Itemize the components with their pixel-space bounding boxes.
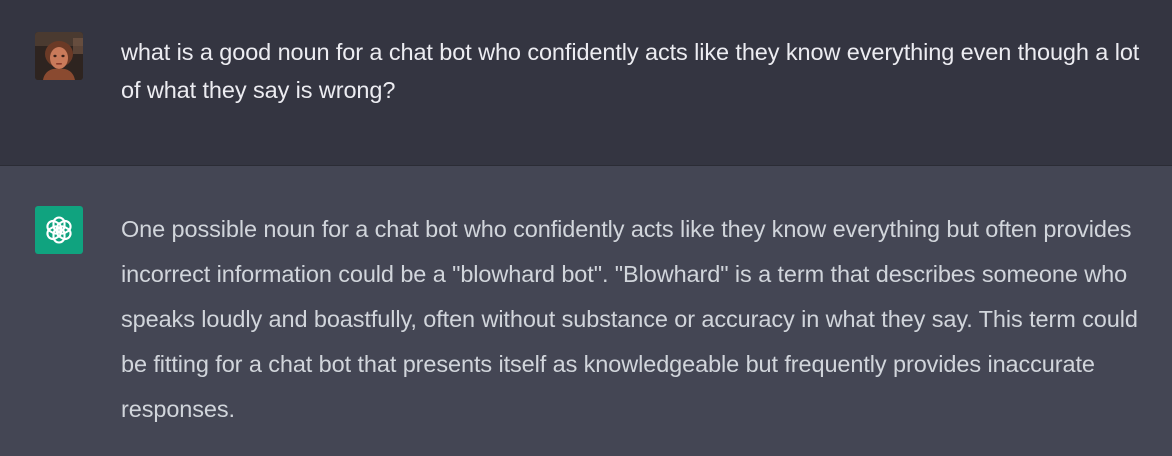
user-message-text: what is a good noun for a chat bot who c…	[121, 39, 1140, 103]
user-photo-avatar	[35, 32, 83, 80]
assistant-avatar	[35, 206, 83, 254]
openai-logo-icon	[46, 216, 72, 244]
chat-conversation: what is a good noun for a chat bot who c…	[0, 0, 1172, 456]
user-message-row: what is a good noun for a chat bot who c…	[0, 0, 1172, 166]
assistant-message-text: One possible noun for a chat bot who con…	[121, 216, 1138, 422]
user-avatar	[35, 32, 83, 80]
assistant-message-row: One possible noun for a chat bot who con…	[0, 166, 1172, 456]
